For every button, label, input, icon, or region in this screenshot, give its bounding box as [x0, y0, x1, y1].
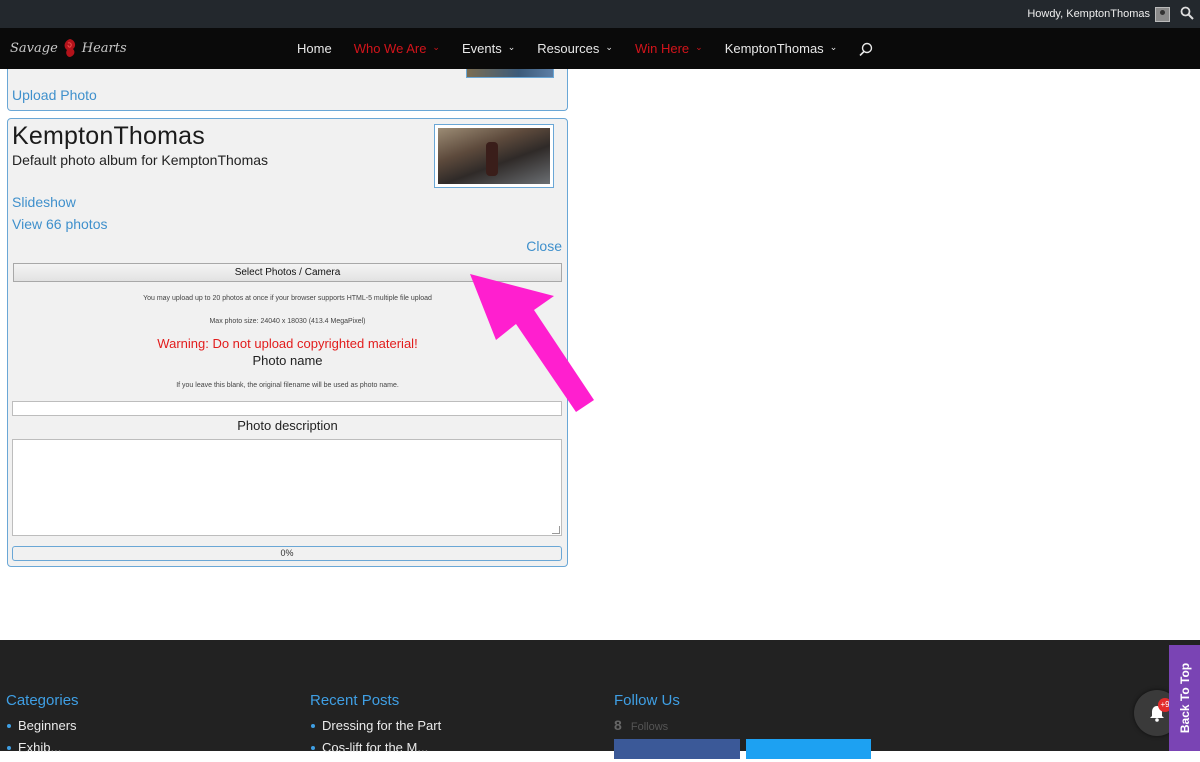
- twitter-follow-button[interactable]: [746, 739, 871, 759]
- site-footer: Categories Beginners Exhib... Recent Pos…: [0, 640, 1200, 759]
- view-photos-link[interactable]: View 66 photos: [12, 216, 107, 232]
- footer-categories: Categories Beginners Exhib...: [6, 692, 79, 762]
- nav-item-who-we-are[interactable]: Who We Are ⌄: [354, 41, 440, 56]
- site-logo[interactable]: Savage Hearts: [10, 36, 127, 60]
- logo-text-left: Savage: [10, 40, 58, 56]
- close-link[interactable]: Close: [526, 238, 562, 254]
- album-thumbnail[interactable]: [434, 124, 554, 188]
- logo-text-right: Hearts: [81, 40, 127, 56]
- upload-photo-link[interactable]: Upload Photo: [12, 87, 97, 103]
- album-subtitle: Default photo album for KemptonThomas: [12, 152, 269, 168]
- nav-item-user[interactable]: KemptonThomas ⌄: [725, 41, 838, 56]
- account-menu[interactable]: Howdy, KemptonThomas: [1027, 0, 1170, 28]
- nav-item-label: Events: [461, 41, 502, 56]
- nav-item-home[interactable]: Home: [297, 41, 332, 56]
- nav-menu: Home Who We Are ⌄ Events ⌄ Resources ⌄ W…: [297, 28, 873, 69]
- resize-handle[interactable]: [552, 526, 560, 534]
- main-nav: Savage Hearts Home Who We Are ⌄ Events ⌄…: [0, 28, 1200, 69]
- recent-post-link[interactable]: Dressing for the Part: [310, 718, 441, 740]
- greeting-text: Howdy, KemptonThomas: [1027, 8, 1150, 20]
- category-link[interactable]: Exhib...: [6, 740, 79, 762]
- nav-item-label: Win Here: [634, 41, 690, 56]
- chevron-down-icon: ⌄: [432, 42, 440, 52]
- photo-description-textarea[interactable]: [12, 439, 562, 536]
- thumbnail-image: [438, 128, 550, 184]
- chevron-down-icon: ⌄: [605, 42, 613, 52]
- categories-heading: Categories: [6, 692, 79, 709]
- nav-item-events[interactable]: Events ⌄: [462, 41, 515, 56]
- album-thumbnail[interactable]: [466, 69, 554, 78]
- admin-search-icon[interactable]: [1180, 6, 1194, 20]
- nav-item-label: Resources: [537, 41, 600, 56]
- follows-label: Follows: [630, 721, 669, 733]
- follows-number: 8: [614, 717, 622, 733]
- chevron-down-icon: ⌄: [507, 42, 516, 52]
- avatar[interactable]: [1155, 6, 1170, 22]
- pointer-arrow-icon: [470, 274, 594, 412]
- progress-text: 0%: [280, 548, 294, 558]
- follows-count: 8 Follows: [614, 717, 680, 733]
- category-link[interactable]: Beginners: [6, 718, 79, 740]
- album-title: KemptonThomas: [12, 122, 205, 150]
- photo-description-label: Photo description: [237, 418, 338, 433]
- chevron-down-icon: ⌄: [829, 42, 838, 52]
- follow-us-heading: Follow Us: [614, 692, 680, 709]
- chevron-down-icon: ⌄: [695, 42, 703, 52]
- nav-item-win-here[interactable]: Win Here ⌄: [635, 41, 703, 56]
- back-to-top-label: Back To Top: [1177, 662, 1192, 734]
- slideshow-link[interactable]: Slideshow: [12, 194, 76, 210]
- recent-post-link[interactable]: Cos-lift for the M...: [310, 740, 441, 762]
- nav-item-resources[interactable]: Resources ⌄: [537, 41, 613, 56]
- nav-item-label: Home: [297, 41, 332, 56]
- previous-album-card: Upload Photo: [7, 69, 568, 111]
- search-icon[interactable]: [859, 42, 873, 56]
- facebook-follow-button[interactable]: [614, 739, 740, 759]
- rose-icon: [64, 39, 75, 57]
- nav-item-label: Who We Are: [353, 41, 427, 56]
- admin-bar: Howdy, KemptonThomas: [0, 0, 1200, 28]
- recent-posts-heading: Recent Posts: [310, 692, 400, 709]
- footer-recent-posts: Recent Posts Dressing for the Part Cos-l…: [310, 692, 441, 762]
- upload-progress-bar: 0%: [12, 546, 562, 561]
- footer-follow-us: Follow Us 8 Follows: [614, 692, 680, 733]
- back-to-top-button[interactable]: Back To Top: [1169, 645, 1200, 751]
- nav-item-label: KemptonThomas: [724, 41, 824, 56]
